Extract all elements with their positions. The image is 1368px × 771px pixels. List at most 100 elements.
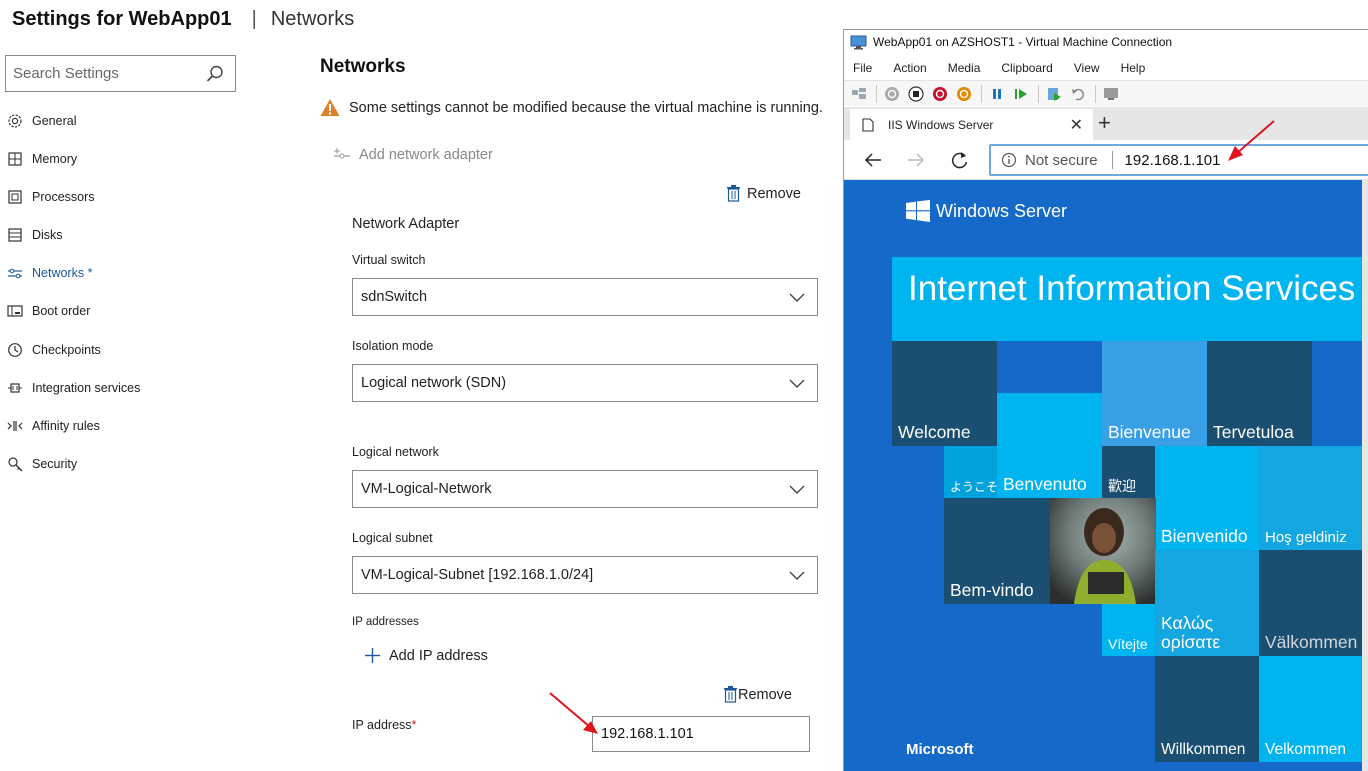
- menu-action[interactable]: Action: [893, 61, 926, 75]
- sidebar-item-label: Memory: [32, 152, 78, 166]
- url-text: 192.168.1.101: [1124, 151, 1221, 169]
- menu-media[interactable]: Media: [948, 61, 981, 75]
- warning-text: Some settings cannot be modified because…: [349, 99, 823, 116]
- enhanced-session-icon[interactable]: [1102, 85, 1120, 103]
- boot-order-icon: [6, 302, 24, 320]
- sidebar-item-security[interactable]: Security: [6, 453, 77, 475]
- sidebar-item-networks[interactable]: Networks *: [6, 262, 92, 284]
- logical-subnet-dropdown[interactable]: VM-Logical-Subnet [192.168.1.0/24]: [352, 556, 818, 594]
- toolbar-divider: [1038, 84, 1039, 103]
- sidebar-item-boot-order[interactable]: Boot order: [6, 300, 90, 322]
- tile-label: Tervetuloa: [1213, 421, 1294, 442]
- sidebar-item-label: Affinity rules: [32, 419, 100, 433]
- section-title: Networks: [320, 56, 406, 77]
- revert-icon[interactable]: [1069, 85, 1087, 103]
- tile-bienvenido: Bienvenido: [1155, 446, 1259, 550]
- vm-window-title: WebApp01 on AZSHOST1 - Virtual Machine C…: [873, 35, 1173, 49]
- forward-icon[interactable]: [905, 149, 927, 171]
- start-icon[interactable]: [883, 85, 901, 103]
- toolbar-divider: [1095, 84, 1096, 103]
- sidebar-item-checkpoints[interactable]: Checkpoints: [6, 339, 101, 361]
- page-scrollbar[interactable]: [1362, 180, 1368, 771]
- remove-adapter-button[interactable]: Remove: [726, 185, 801, 202]
- plus-icon: [365, 648, 380, 663]
- menu-help[interactable]: Help: [1121, 61, 1146, 75]
- sidebar-item-general[interactable]: General: [6, 110, 76, 132]
- affinity-icon: [6, 417, 24, 435]
- page-icon: [862, 117, 874, 132]
- logical-network-dropdown[interactable]: VM-Logical-Network: [352, 470, 818, 508]
- logical-network-label: Logical network: [352, 445, 439, 459]
- security-key-icon: [6, 455, 24, 473]
- remove-ip-button[interactable]: Remove: [724, 686, 792, 703]
- tile-benvenuto: Benvenuto: [997, 393, 1102, 498]
- iis-banner-title: Internet Information Services: [908, 269, 1356, 308]
- page-subtitle: Networks: [270, 8, 355, 30]
- sidebar-item-processors[interactable]: Processors: [6, 186, 95, 208]
- logical-subnet-label: Logical subnet: [352, 531, 433, 545]
- add-adapter-label: Add network adapter: [359, 147, 493, 163]
- resume-icon[interactable]: [1012, 85, 1030, 103]
- network-add-icon: [334, 148, 350, 159]
- browser-tab-strip: IIS Windows Server ✕ +: [844, 107, 1368, 140]
- browser-tab-title: IIS Windows Server: [888, 117, 994, 132]
- clock-icon: [6, 341, 24, 359]
- chevron-down-icon: [789, 571, 805, 580]
- vm-toolbar: [844, 80, 1368, 106]
- search-icon[interactable]: [205, 64, 225, 84]
- refresh-icon[interactable]: [949, 149, 971, 171]
- processor-icon: [6, 188, 24, 206]
- network-icon: [6, 264, 24, 282]
- address-divider: [1111, 151, 1113, 169]
- iis-banner: Internet Information Services: [892, 257, 1368, 341]
- microsoft-logo-text: Microsoft: [906, 741, 974, 758]
- virtual-switch-dropdown[interactable]: sdnSwitch: [352, 278, 818, 316]
- address-bar[interactable]: Not secure 192.168.1.101: [989, 144, 1368, 176]
- trash-icon: [724, 686, 737, 703]
- toolbar-divider: [981, 84, 982, 103]
- page-title: Settings for WebApp01: [12, 8, 232, 30]
- browser-tab[interactable]: IIS Windows Server ✕: [850, 109, 1093, 140]
- ip-address-field[interactable]: 192.168.1.101: [592, 716, 810, 752]
- pause-icon[interactable]: [988, 85, 1006, 103]
- sidebar-item-integration-services[interactable]: Integration services: [6, 377, 140, 399]
- search-box[interactable]: [5, 55, 236, 92]
- tile-label: Bienvenue: [1108, 421, 1191, 442]
- sidebar-item-disks[interactable]: Disks: [6, 224, 63, 246]
- back-icon[interactable]: [862, 149, 884, 171]
- required-mark: *: [411, 718, 417, 732]
- tile-label: ようこそ: [950, 479, 997, 494]
- ip-address-label-text: IP address: [352, 718, 412, 732]
- search-input[interactable]: [6, 56, 196, 91]
- ctrl-alt-del-icon[interactable]: [850, 85, 868, 103]
- add-ip-address-button[interactable]: Add IP address: [364, 647, 488, 664]
- tile-blank: [997, 341, 1102, 393]
- add-network-adapter-button[interactable]: Add network adapter: [333, 147, 493, 163]
- close-tab-icon[interactable]: ✕: [1070, 115, 1083, 135]
- checkpoint-icon[interactable]: [1045, 85, 1063, 103]
- windows-logo-icon: [906, 200, 930, 222]
- sidebar-item-memory[interactable]: Memory: [6, 148, 77, 170]
- turn-off-icon[interactable]: [907, 85, 925, 103]
- browser-nav-bar: Not secure 192.168.1.101: [844, 140, 1368, 180]
- windows-server-brand: Windows Server: [906, 200, 1067, 222]
- tile-willkommen: Willkommen: [1155, 656, 1259, 762]
- menu-view[interactable]: View: [1074, 61, 1100, 75]
- tile-huanying: 歡迎: [1102, 446, 1155, 498]
- sidebar-item-label: Processors: [32, 190, 95, 204]
- isolation-mode-dropdown[interactable]: Logical network (SDN): [352, 364, 818, 402]
- tile-label: Bienvenido: [1161, 525, 1248, 546]
- new-tab-icon[interactable]: +: [1098, 110, 1111, 136]
- ip-addresses-label: IP addresses: [352, 616, 419, 628]
- menu-clipboard[interactable]: Clipboard: [1001, 61, 1052, 75]
- vm-title-bar: WebApp01 on AZSHOST1 - Virtual Machine C…: [844, 30, 1368, 54]
- save-state-icon[interactable]: [955, 85, 973, 103]
- tile-bem-vindo: Bem-vindo: [944, 498, 1050, 604]
- menu-file[interactable]: File: [853, 61, 872, 75]
- add-ip-label: Add IP address: [389, 647, 488, 664]
- sidebar-item-label: Checkpoints: [32, 343, 101, 357]
- annotation-arrow: [549, 692, 598, 734]
- tile-blank: [1312, 341, 1368, 446]
- shut-down-icon[interactable]: [931, 85, 949, 103]
- sidebar-item-affinity-rules[interactable]: Affinity rules: [6, 415, 100, 437]
